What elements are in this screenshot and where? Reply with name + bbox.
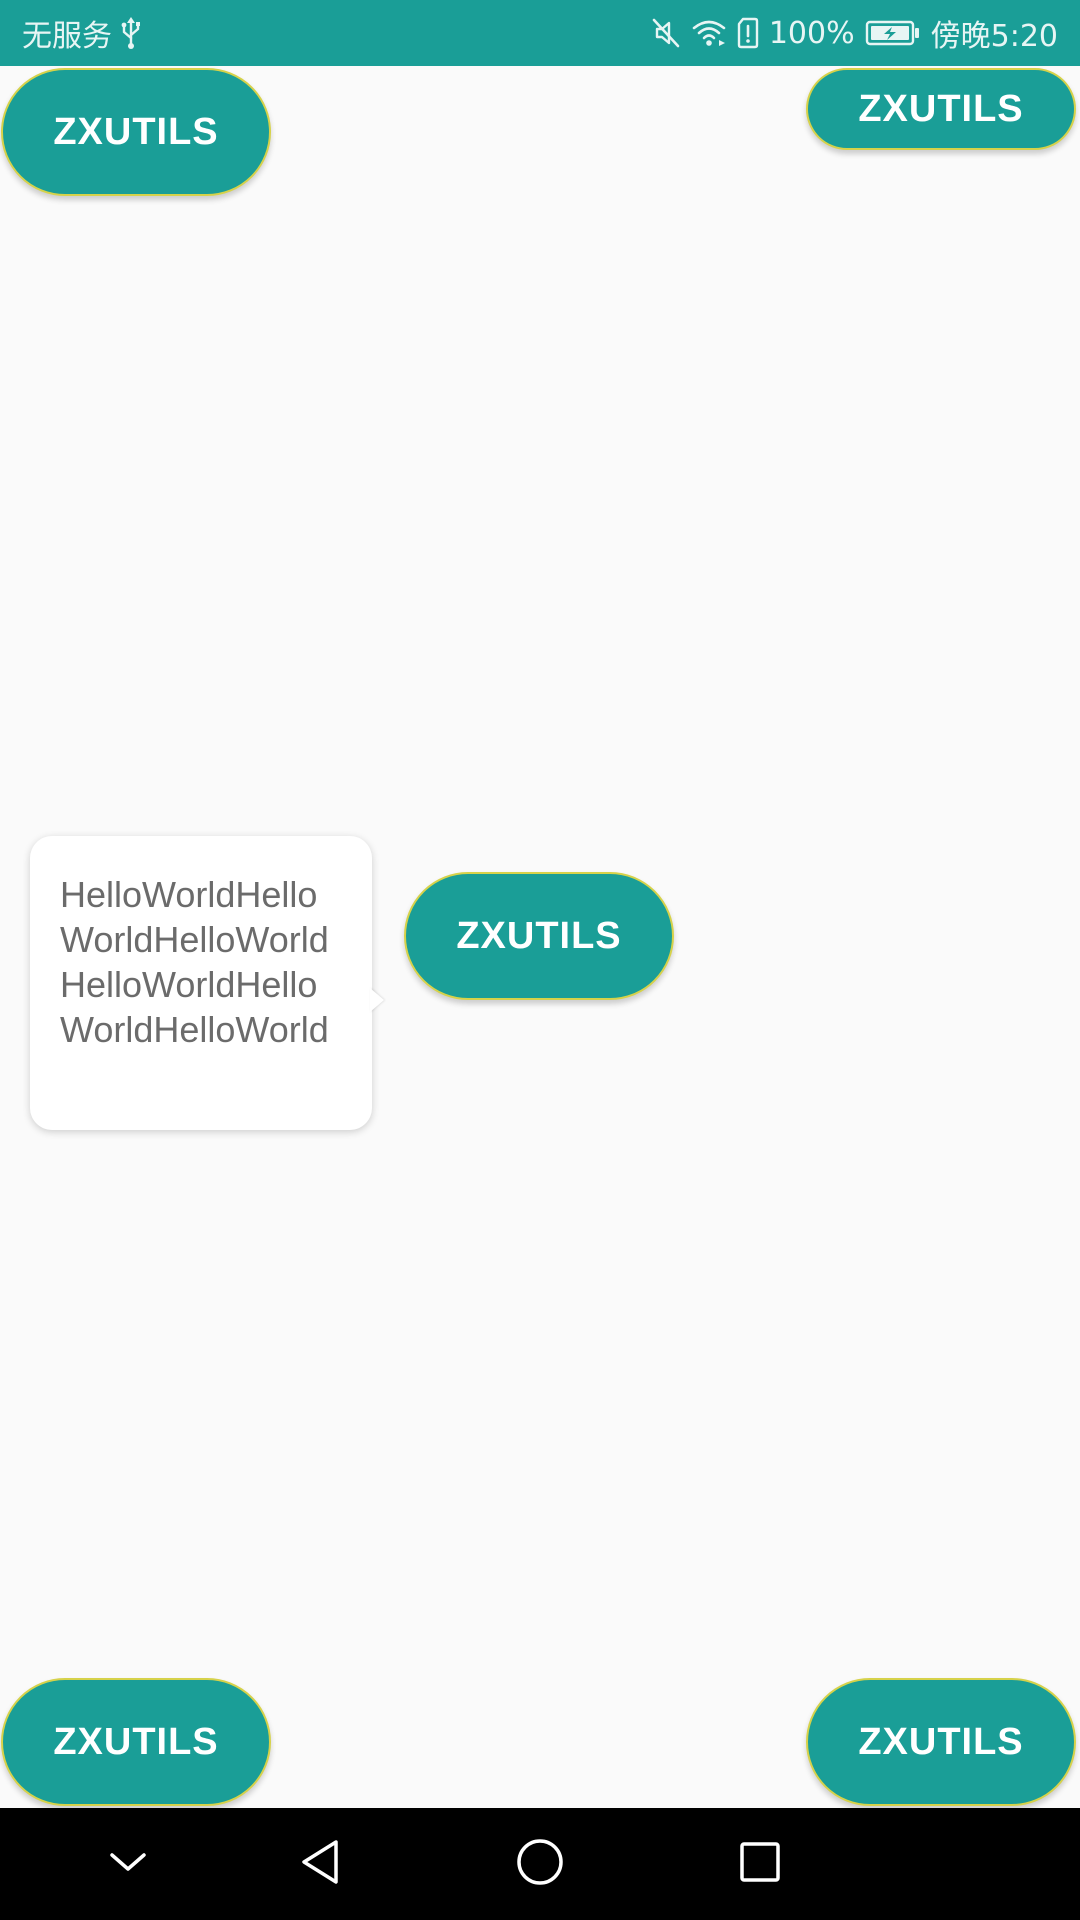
carrier-text: 无服务 [22,19,112,54]
status-bar-left: 无服务 [22,0,142,66]
nav-down-icon [108,1850,148,1879]
nav-recents-button[interactable] [700,1808,820,1920]
nav-recents-icon [738,1840,782,1889]
nav-back-icon [298,1838,342,1891]
wifi-icon [691,18,727,48]
zxutils-button-bottom-right[interactable]: ZXUTILS [806,1678,1076,1806]
zxutils-button-bottom-left[interactable]: ZXUTILS [1,1678,271,1806]
tooltip-popup: HelloWorldHelloWorldHelloWorldHelloWorld… [30,836,372,1130]
tooltip-arrow [370,988,384,1012]
nav-home-icon [515,1837,565,1892]
usb-icon [120,16,142,50]
nav-back-button[interactable] [260,1808,380,1920]
battery-charging-icon [865,19,921,47]
zxutils-button-top-right[interactable]: ZXUTILS [806,68,1076,150]
nav-down-button[interactable] [68,1808,188,1920]
battery-text: 100% [768,15,855,51]
status-bar-right: 100% 傍晚5:20 [651,0,1058,66]
nav-home-button[interactable] [480,1808,600,1920]
navigation-bar [0,1808,1080,1920]
zxutils-button-top-left[interactable]: ZXUTILS [1,68,271,196]
sim-alert-icon [737,17,759,49]
mute-icon [651,17,681,49]
tooltip-text: HelloWorldHelloWorldHelloWorldHelloWorld… [60,874,329,1050]
status-bar: 无服务 100% 傍晚5:20 [0,0,1080,66]
main-content: ZXUTILS ZXUTILS HelloWorldHelloWorldHell… [0,66,1080,1808]
zxutils-button-center[interactable]: ZXUTILS [404,872,674,1000]
time-text: 傍晚5:20 [930,19,1058,54]
